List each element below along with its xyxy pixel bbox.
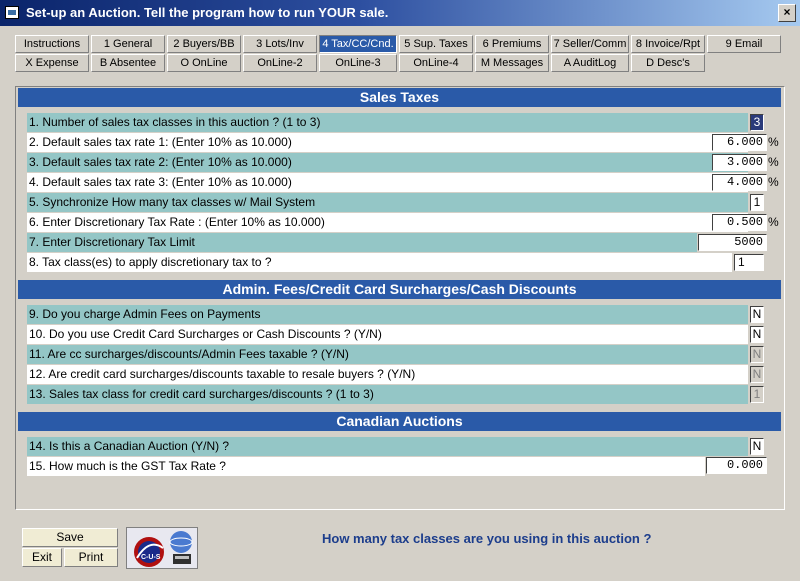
tab-email[interactable]: 9 Email bbox=[707, 35, 781, 53]
row-admin-fees: 9. Do you charge Admin Fees on Payments bbox=[27, 305, 748, 324]
tax-rate-1-percent: % bbox=[768, 135, 779, 149]
tab-descs[interactable]: D Desc's bbox=[631, 54, 705, 72]
tab-online-3[interactable]: OnLine-3 bbox=[319, 54, 397, 72]
tax-rate-1-input[interactable]: 6.000 bbox=[712, 134, 767, 151]
logo-graphic bbox=[134, 531, 193, 567]
company-logo: C-U-S bbox=[126, 527, 198, 569]
tab-expense[interactable]: X Expense bbox=[15, 54, 89, 72]
title-bar: Set-up an Auction. Tell the program how … bbox=[0, 0, 800, 26]
discretionary-rate-percent: % bbox=[768, 215, 779, 229]
row-discretionary-limit: 7. Enter Discretionary Tax Limit bbox=[27, 233, 697, 252]
row-surcharges-taxable: 11. Are cc surcharges/discounts/Admin Fe… bbox=[27, 345, 748, 364]
tab-invoice-rpt[interactable]: 8 Invoice/Rpt bbox=[631, 35, 705, 53]
tab-tax-cc-cnd[interactable]: 4 Tax/CC/Cnd. bbox=[319, 35, 397, 53]
row-discretionary-rate: 6. Enter Discretionary Tax Rate : (Enter… bbox=[27, 213, 748, 232]
tab-online-2[interactable]: OnLine-2 bbox=[243, 54, 317, 72]
row-tax-rate-1: 2. Default sales tax rate 1: (Enter 10% … bbox=[27, 133, 748, 152]
surcharges-taxable-input: N bbox=[750, 346, 764, 363]
close-button[interactable]: × bbox=[778, 4, 796, 22]
tab-sup-taxes[interactable]: 5 Sup. Taxes bbox=[399, 35, 473, 53]
row-tax-rate-2: 3. Default sales tax rate 2: (Enter 10% … bbox=[27, 153, 748, 172]
tab-absentee[interactable]: B Absentee bbox=[91, 54, 165, 72]
row-tax-rate-3: 4. Default sales tax rate 3: (Enter 10% … bbox=[27, 173, 748, 192]
discretionary-rate-input[interactable]: 0.500 bbox=[712, 214, 767, 231]
admin-fees-input[interactable]: N bbox=[750, 306, 764, 323]
tax-classes-count-input[interactable]: 3 bbox=[750, 114, 764, 131]
tab-messages[interactable]: M Messages bbox=[475, 54, 549, 72]
tax-rate-2-percent: % bbox=[768, 155, 779, 169]
sync-tax-classes-input[interactable]: 1 bbox=[750, 194, 764, 211]
window-title: Set-up an Auction. Tell the program how … bbox=[26, 5, 389, 20]
tab-general[interactable]: 1 General bbox=[91, 35, 165, 53]
cc-surcharges-input[interactable]: N bbox=[750, 326, 764, 343]
print-button[interactable]: Print bbox=[64, 548, 118, 567]
tab-online[interactable]: O OnLine bbox=[167, 54, 241, 72]
tax-rate-3-percent: % bbox=[768, 175, 779, 189]
logo-text: C-U-S bbox=[141, 554, 161, 561]
tab-buyers-bb[interactable]: 2 Buyers/BB bbox=[167, 35, 241, 53]
row-canadian-auction: 14. Is this a Canadian Auction (Y/N) ? bbox=[27, 437, 748, 456]
tab-auditlog[interactable]: A AuditLog bbox=[551, 54, 629, 72]
gst-rate-input[interactable]: 0.000 bbox=[706, 457, 767, 474]
save-button[interactable]: Save bbox=[22, 528, 118, 547]
tab-premiums[interactable]: 6 Premiums bbox=[475, 35, 549, 53]
canadian-auction-input[interactable]: N bbox=[750, 438, 764, 455]
tab-online-4[interactable]: OnLine-4 bbox=[399, 54, 473, 72]
prompt-text: How many tax classes are you using in th… bbox=[322, 531, 652, 546]
exit-button[interactable]: Exit bbox=[22, 548, 62, 567]
tab-instructions[interactable]: Instructions bbox=[15, 35, 89, 53]
row-resale-taxable: 12. Are credit card surcharges/discounts… bbox=[27, 365, 748, 384]
tab-seller-comm[interactable]: 7 Seller/Comm bbox=[551, 35, 629, 53]
section-admin-fees: Admin. Fees/Credit Card Surcharges/Cash … bbox=[18, 280, 781, 299]
row-sync-tax-classes: 5. Synchronize How many tax classes w/ M… bbox=[27, 193, 748, 212]
section-sales-taxes: Sales Taxes bbox=[18, 88, 781, 107]
tax-rate-3-input[interactable]: 4.000 bbox=[712, 174, 767, 191]
app-icon bbox=[5, 6, 19, 19]
row-cc-tax-class: 13. Sales tax class for credit card surc… bbox=[27, 385, 748, 404]
row-cc-surcharges: 10. Do you use Credit Card Surcharges or… bbox=[27, 325, 748, 344]
row-tax-classes-count: 1. Number of sales tax classes in this a… bbox=[27, 113, 748, 132]
row-gst-rate: 15. How much is the GST Tax Rate ? bbox=[27, 457, 705, 476]
resale-taxable-input: N bbox=[750, 366, 764, 383]
tax-rate-2-input[interactable]: 3.000 bbox=[712, 154, 767, 171]
discretionary-classes-input[interactable]: 1 bbox=[734, 254, 764, 271]
section-canadian: Canadian Auctions bbox=[18, 412, 781, 431]
discretionary-limit-input[interactable]: 5000 bbox=[698, 234, 767, 251]
row-discretionary-classes: 8. Tax class(es) to apply discretionary … bbox=[27, 253, 732, 272]
cc-tax-class-input: 1 bbox=[750, 386, 764, 403]
tab-lots-inv[interactable]: 3 Lots/Inv bbox=[243, 35, 317, 53]
